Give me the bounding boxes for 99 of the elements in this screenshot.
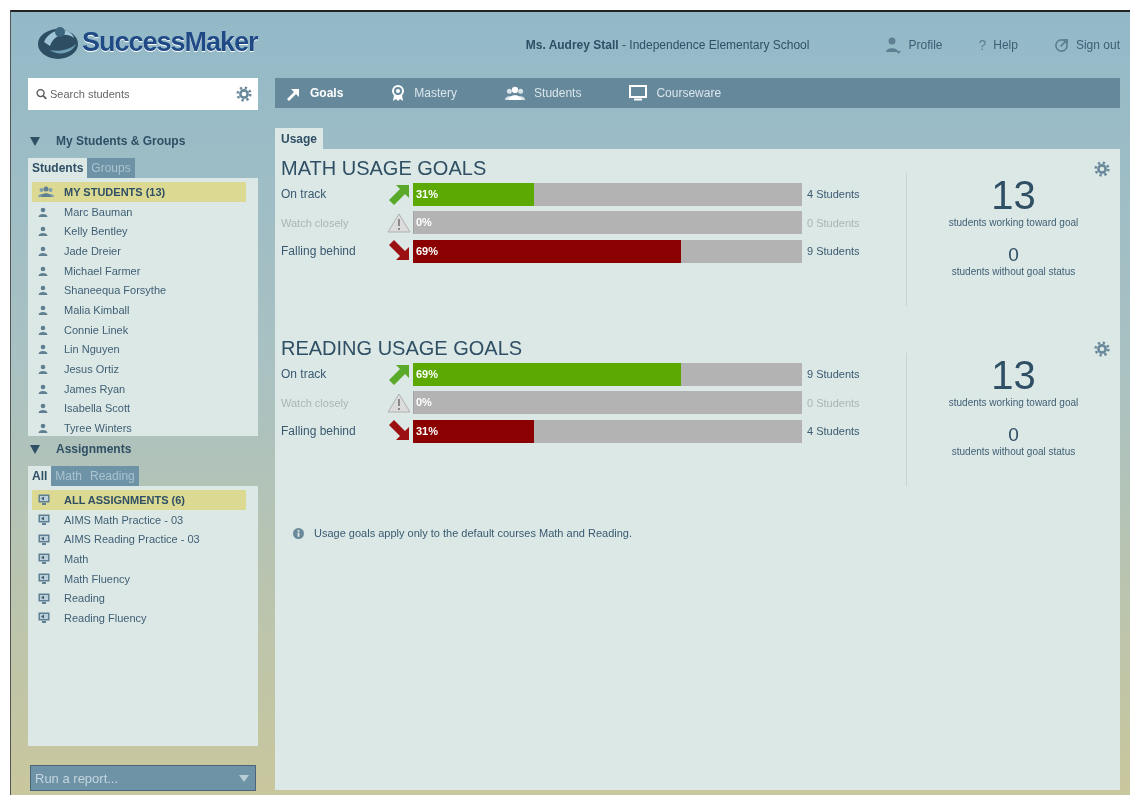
screen-icon — [38, 612, 50, 624]
list-item[interactable]: Math Fluency — [32, 568, 246, 589]
without-count: 0 — [1008, 424, 1019, 446]
profile-link[interactable]: Profile — [885, 36, 943, 54]
list-item[interactable]: Connie Linek — [32, 319, 246, 340]
screen-icon — [38, 553, 50, 565]
percent-label: 69% — [416, 243, 439, 259]
tab[interactable]: All — [28, 466, 52, 486]
search-field[interactable]: Search students — [28, 78, 258, 110]
section-title: My Students & Groups — [56, 134, 186, 148]
person-icon — [38, 285, 48, 296]
section-heading: READING USAGE GOALS — [281, 336, 524, 360]
group-icon — [38, 186, 54, 198]
list-item[interactable]: Malia Kimball — [32, 300, 246, 320]
percent-label: 0% — [416, 395, 432, 411]
person-icon — [38, 206, 48, 217]
settings-icon[interactable] — [236, 86, 252, 102]
warning-icon — [386, 392, 411, 413]
status-label: Falling behind — [281, 424, 357, 439]
stat-label: students without goal status — [951, 446, 1076, 457]
collapse-icon[interactable] — [30, 136, 40, 146]
student-count: 9 Students — [807, 245, 860, 258]
tab[interactable]: Usage — [275, 128, 324, 149]
percent-label: 31% — [416, 423, 439, 439]
person-icon — [38, 423, 48, 434]
section-heading: MATH USAGE GOALS — [281, 156, 488, 180]
warning-icon — [386, 212, 411, 233]
list-item[interactable]: Math — [32, 549, 246, 569]
search-icon — [36, 88, 47, 100]
monitor-icon — [629, 85, 648, 101]
group-icon — [505, 86, 526, 100]
up-arrow-icon — [387, 183, 410, 206]
person-icon — [38, 304, 48, 315]
student-count: 4 Students — [807, 188, 860, 201]
screen-icon — [38, 573, 50, 585]
nav-tab[interactable]: Mastery — [391, 84, 458, 102]
list-item[interactable]: Reading — [32, 588, 246, 609]
screen-icon — [38, 533, 50, 545]
list-item[interactable]: Jade Dreier — [32, 241, 246, 261]
percent-label: 31% — [416, 186, 439, 202]
list-item[interactable]: Jesus Ortiz — [32, 359, 246, 379]
down-arrow-icon — [387, 420, 410, 443]
list-item[interactable]: Tyree Winters — [32, 418, 246, 438]
list-item[interactable]: Lin Nguyen — [32, 339, 246, 360]
person-icon — [885, 36, 902, 54]
sign-out-icon — [1053, 37, 1069, 53]
settings-icon[interactable] — [1094, 341, 1110, 357]
list-item[interactable]: James Ryan — [32, 378, 246, 399]
down-arrow-icon — [387, 240, 410, 263]
without-count: 0 — [1008, 244, 1019, 266]
total-count: 13 — [991, 173, 1036, 217]
list-item[interactable]: Reading Fluency — [32, 608, 246, 628]
status-label: Falling behind — [281, 244, 357, 259]
nav-tab[interactable]: Courseware — [629, 85, 722, 101]
student-count: 9 Students — [807, 368, 860, 381]
nav-tab[interactable]: Goals — [285, 85, 344, 101]
total-count: 13 — [991, 353, 1036, 397]
list-item[interactable]: MY STUDENTS (13) — [32, 182, 246, 202]
list-item[interactable]: ALL ASSIGNMENTS (6) — [32, 490, 246, 510]
student-count: 4 Students — [807, 425, 860, 438]
screen-icon — [38, 514, 50, 526]
list-item[interactable]: AIMS Reading Practice - 03 — [32, 529, 246, 550]
settings-icon[interactable] — [1094, 161, 1110, 177]
tab[interactable]: Students — [28, 158, 88, 178]
person-icon — [38, 245, 48, 256]
list-item[interactable]: Isabella Scott — [32, 398, 246, 419]
person-icon — [38, 383, 48, 394]
percent-label: 0% — [416, 215, 432, 231]
stat-label: students without goal status — [951, 266, 1076, 277]
collapse-icon[interactable] — [30, 444, 40, 454]
help-link[interactable]: ? Help — [978, 37, 1018, 53]
status-label: On track — [281, 187, 328, 202]
info-icon — [293, 527, 304, 539]
list-item[interactable]: Marc Bauman — [32, 201, 246, 222]
person-icon — [38, 403, 48, 414]
caret-icon — [239, 774, 249, 782]
info-note: Usage goals apply only to the default courses Math and Reading. — [314, 527, 632, 539]
stat-label: students working toward goal — [948, 397, 1079, 408]
list-item[interactable]: Kelly Bentley — [32, 221, 246, 242]
stat-label: students working toward goal — [948, 217, 1079, 228]
percent-label: 69% — [416, 366, 439, 382]
up-arrow-icon — [387, 363, 410, 386]
signout-link[interactable]: Sign out — [1053, 37, 1120, 53]
nav-tab[interactable]: Students — [505, 86, 582, 100]
section-title: Assignments — [56, 442, 132, 456]
person-icon — [38, 324, 48, 335]
screen-icon — [38, 592, 50, 604]
list-item[interactable]: Shaneequa Forsythe — [32, 280, 246, 301]
ribbon-icon — [391, 84, 406, 102]
screen-icon — [38, 494, 50, 506]
person-icon — [38, 226, 48, 237]
list-item[interactable]: AIMS Math Practice - 03 — [32, 509, 246, 530]
list-item[interactable]: Michael Farmer — [32, 260, 246, 281]
person-icon — [38, 265, 48, 276]
user-school-label: Ms. Audrey Stall - Independence Elementary School — [525, 38, 810, 52]
person-icon — [38, 344, 48, 355]
logo-text: SuccessMaker — [82, 26, 258, 58]
status-label: On track — [281, 367, 328, 382]
person-icon — [38, 364, 48, 375]
